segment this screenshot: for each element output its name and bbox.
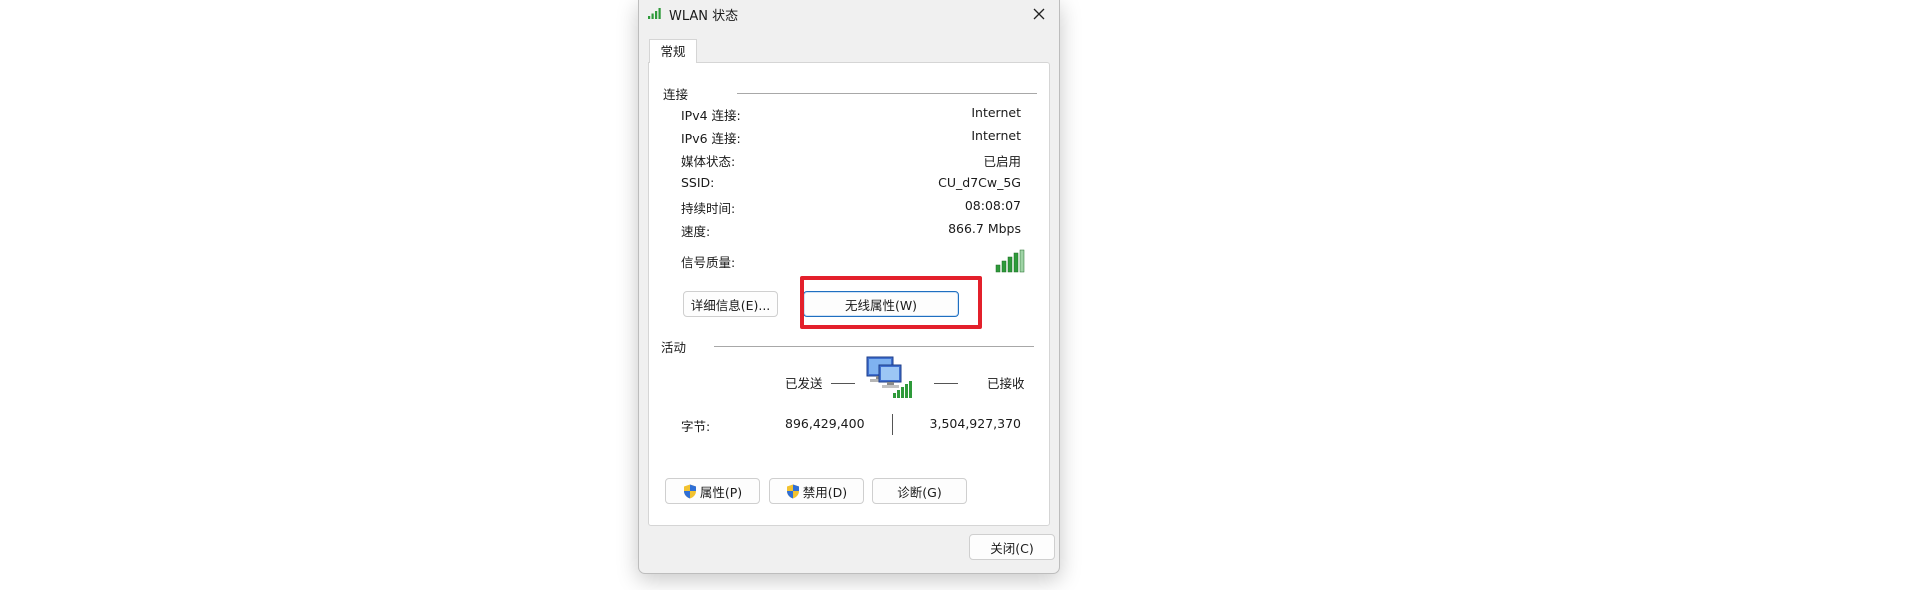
close-icon [1033,8,1045,20]
info-row: IPv6 连接: Internet [681,128,1021,148]
bytes-received-value: 3,504,927,370 [929,416,1021,431]
info-row-label: 媒体状态: [681,154,736,169]
info-row-value: 08:08:07 [964,198,1021,213]
activity-section-title: 活动 [661,340,687,355]
info-row: 持续时间: 08:08:07 [681,198,1021,218]
sent-dash [831,383,855,384]
bytes-label: 字节: [681,419,711,434]
close-button[interactable]: 关闭(C) [969,534,1055,560]
highlight-box [800,276,982,329]
properties-button[interactable]: 属性(P) [665,478,760,504]
info-row: IPv4 连接: Internet [681,105,1021,125]
info-row-value: 866.7 Mbps [948,221,1021,236]
window-title: WLAN 状态 [669,9,739,24]
uac-shield-icon [786,484,799,498]
sent-label: 已发送 [785,376,823,391]
info-row: 速度: 866.7 Mbps [681,221,1021,241]
info-row-label: IPv6 连接: [681,131,741,146]
signal-strength-icon [995,249,1025,273]
connection-divider [737,93,1037,94]
signal-quality-label: 信号质量: [681,255,736,270]
properties-button-label: 属性(P) [699,484,743,500]
uac-shield-icon [683,484,696,498]
bytes-separator [892,414,893,435]
network-computers-icon [866,356,912,398]
title-bar[interactable]: WLAN 状态 [639,0,1059,28]
signal-quality-row: 信号质量: [681,252,1021,272]
details-button[interactable]: 详细信息(E)... [683,291,778,317]
info-row-value: Internet [971,105,1021,120]
info-row-label: IPv4 连接: [681,108,741,123]
activity-divider [714,346,1034,347]
info-row: SSID: CU_d7Cw_5G [681,175,1021,195]
info-row: 媒体状态: 已启用 [681,151,1021,171]
received-dash [934,383,958,384]
received-label: 已接收 [987,376,1025,391]
bytes-sent-value: 896,429,400 [785,416,865,431]
diagnose-button[interactable]: 诊断(G) [872,478,967,504]
info-row-value: CU_d7Cw_5G [938,175,1021,190]
disable-button-label: 禁用(D) [802,484,848,500]
info-row-value: Internet [971,128,1021,143]
disable-button[interactable]: 禁用(D) [769,478,864,504]
info-row-label: 持续时间: [681,201,736,216]
window-close-button[interactable] [1019,0,1059,28]
info-row-value: 已启用 [983,154,1021,169]
connection-section-title: 连接 [663,87,689,102]
info-row-label: SSID: [681,175,715,190]
info-row-label: 速度: [681,224,711,239]
wifi-signal-icon [648,8,661,19]
tab-general[interactable]: 常规 [649,39,697,63]
